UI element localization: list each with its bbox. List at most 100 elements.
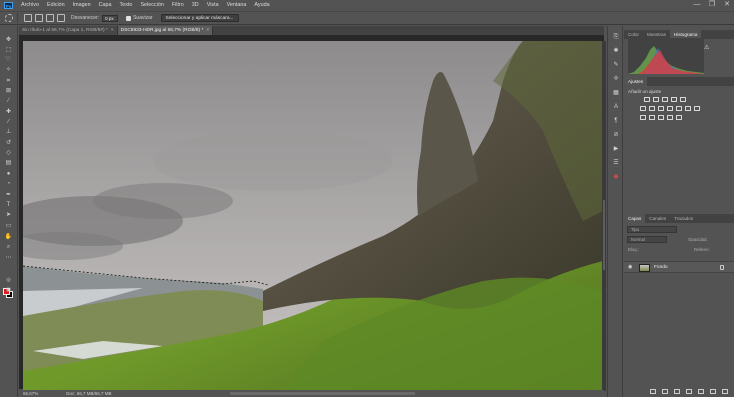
new-selection-icon[interactable]: [24, 14, 32, 22]
horizontal-scroll-thumb[interactable]: [230, 392, 415, 395]
blur-icon[interactable]: ●: [4, 170, 13, 178]
menu-3d[interactable]: 3D: [188, 0, 203, 10]
hand-icon[interactable]: ✋: [4, 233, 13, 241]
marquee-icon[interactable]: ⬚: [4, 46, 13, 54]
layer-filter-search[interactable]: Tipo: [627, 226, 677, 233]
close-icon[interactable]: ×: [111, 28, 114, 33]
layer-row[interactable]: ◉ Fondo: [624, 261, 734, 273]
tab-dsc6933[interactable]: DSC6933-HDR.jpg al 66,7% (RGB/8) * ×: [117, 26, 214, 35]
crop-icon[interactable]: ⌗: [4, 77, 13, 85]
quick-mask-icon[interactable]: ◎: [4, 276, 13, 284]
brush-settings-icon[interactable]: ✎: [612, 62, 620, 69]
settings-icon[interactable]: ✺: [612, 48, 620, 55]
invert-icon[interactable]: [640, 115, 646, 120]
feather-input[interactable]: 0 px: [102, 14, 119, 22]
vertical-scroll-thumb[interactable]: [603, 200, 605, 270]
tab-sin-titulo[interactable]: Sin título-1 al 66,7% (Capa 1, RGB/8#) *…: [19, 26, 118, 35]
actions-icon[interactable]: ▶: [612, 146, 620, 153]
smooth-checkbox[interactable]: [126, 15, 132, 21]
rectangle-icon[interactable]: ▭: [4, 222, 13, 230]
lasso-preset-icon[interactable]: [5, 14, 13, 22]
lasso-icon[interactable]: ➰: [4, 56, 13, 64]
intersect-selection-icon[interactable]: [57, 14, 65, 22]
color-balance-icon[interactable]: [658, 106, 664, 111]
menu-seleccion[interactable]: Selección: [136, 0, 167, 10]
paragraph-icon[interactable]: ¶: [612, 118, 620, 125]
blend-mode-select[interactable]: Normal: [627, 236, 667, 243]
black-white-icon[interactable]: [667, 106, 673, 111]
dodge-icon[interactable]: ◔: [4, 180, 13, 188]
move-icon[interactable]: ✥: [4, 36, 13, 44]
exposure-icon[interactable]: [671, 97, 677, 102]
curves-icon[interactable]: [662, 97, 668, 102]
document-canvas[interactable]: [23, 41, 603, 391]
character-icon[interactable]: A: [612, 104, 620, 111]
new-layer-icon[interactable]: [710, 389, 716, 394]
menu-ventana[interactable]: Ventana: [223, 0, 251, 10]
close-icon[interactable]: ×: [206, 28, 209, 33]
gradient-icon[interactable]: ▤: [4, 159, 13, 167]
tab-ajustes[interactable]: Ajustes: [624, 77, 648, 86]
menu-ayuda[interactable]: Ayuda: [250, 0, 273, 10]
menu-archivo[interactable]: Archivo: [17, 0, 43, 10]
levels-icon[interactable]: [653, 97, 659, 102]
frame-icon[interactable]: ⊠: [4, 87, 13, 95]
tab-capas[interactable]: Capas: [624, 214, 646, 223]
swatches-icon[interactable]: ▦: [612, 90, 620, 97]
add-mask-icon[interactable]: [674, 389, 680, 394]
glyphs-icon[interactable]: ⊘: [612, 132, 620, 139]
healing-brush-icon[interactable]: ✚: [4, 108, 13, 116]
group-icon[interactable]: [698, 389, 704, 394]
trash-icon[interactable]: [722, 389, 728, 394]
posterize-icon[interactable]: [649, 115, 655, 120]
color-lookup-icon[interactable]: [694, 106, 700, 111]
triangle-icon[interactable]: [680, 97, 686, 102]
select-and-mask-button[interactable]: Seleccionar y aplicar máscara...: [160, 14, 239, 22]
channel-mixer-icon[interactable]: [685, 106, 691, 111]
menu-edicion[interactable]: Edición: [43, 0, 69, 10]
history-brush-icon[interactable]: ↺: [4, 139, 13, 147]
tab-trazados[interactable]: Trazados: [670, 214, 697, 223]
warning-icon[interactable]: ⚠: [704, 44, 709, 51]
history-icon[interactable]: ⎘: [612, 34, 620, 41]
eyedropper-icon[interactable]: ⁄: [4, 97, 13, 105]
threshold-icon[interactable]: [658, 115, 664, 120]
maximize-button[interactable]: ❐: [705, 0, 719, 10]
link-layers-icon[interactable]: [650, 389, 656, 394]
libraries-icon[interactable]: ◉: [612, 174, 620, 181]
subtract-selection-icon[interactable]: [46, 14, 54, 22]
selective-color-icon[interactable]: [676, 115, 682, 120]
menu-imagen[interactable]: Imagen: [69, 0, 95, 10]
menu-capa[interactable]: Capa: [95, 0, 116, 10]
magic-wand-icon[interactable]: ✧: [4, 66, 13, 74]
screen-mode-icon[interactable]: ▣: [4, 286, 13, 294]
photo-filter-icon[interactable]: [676, 106, 682, 111]
gradient-map-icon[interactable]: [667, 115, 673, 120]
zoom-icon[interactable]: ⌕: [4, 243, 13, 251]
add-selection-icon[interactable]: [35, 14, 43, 22]
fx-icon[interactable]: [662, 389, 668, 394]
stamp-icon[interactable]: ⊥: [4, 128, 13, 136]
menu-vista[interactable]: Vista: [203, 0, 223, 10]
vibrance-icon[interactable]: [640, 106, 646, 111]
properties-icon[interactable]: ☰: [612, 160, 620, 167]
menu-texto[interactable]: Texto: [116, 0, 137, 10]
brightness-icon[interactable]: [644, 97, 650, 102]
eye-icon[interactable]: ◉: [628, 265, 634, 270]
adjustments-row-3: [640, 115, 685, 120]
hue-saturation-icon[interactable]: [649, 106, 655, 111]
close-window-button[interactable]: ✕: [720, 0, 734, 10]
pen-icon[interactable]: ✒: [4, 191, 13, 199]
navigator-icon[interactable]: ✢: [612, 76, 620, 83]
menu-filtro[interactable]: Filtro: [168, 0, 188, 10]
layer-name[interactable]: Fondo: [654, 262, 668, 274]
eraser-icon[interactable]: ◇: [4, 149, 13, 157]
tab-canales[interactable]: Canales: [645, 214, 670, 223]
zoom-level[interactable]: 66,67%: [23, 390, 38, 397]
more-tools-icon[interactable]: ⋯: [4, 254, 13, 262]
brush-icon[interactable]: ∕: [4, 118, 13, 126]
minimize-button[interactable]: —: [690, 0, 704, 10]
type-icon[interactable]: T: [4, 201, 13, 209]
path-selection-icon[interactable]: ➤: [4, 211, 13, 219]
adjustment-layer-icon[interactable]: [686, 389, 692, 394]
